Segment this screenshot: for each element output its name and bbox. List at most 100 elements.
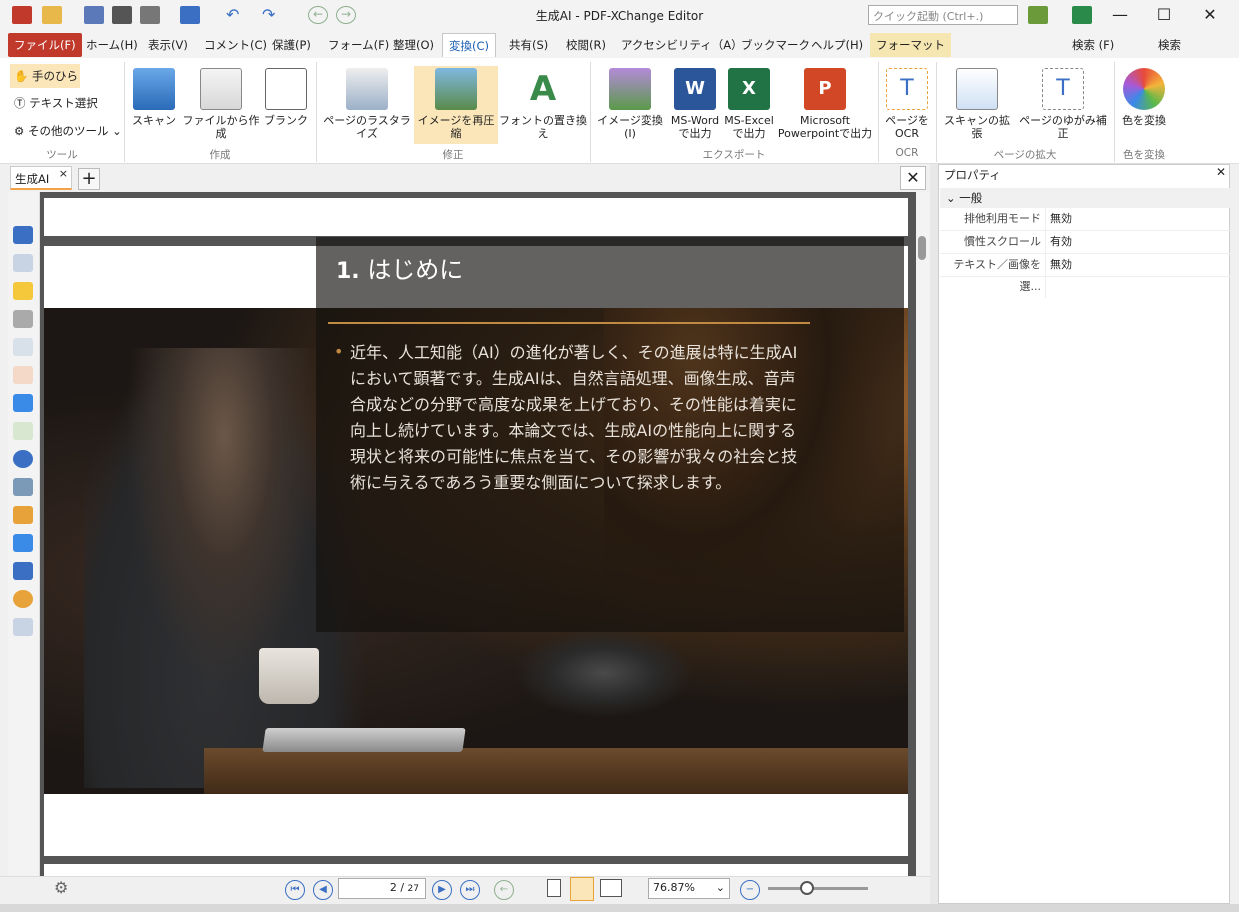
- menu-form[interactable]: フォーム(F): [322, 33, 395, 57]
- back-view-button[interactable]: ←: [494, 880, 514, 900]
- first-page-button[interactable]: ⏮: [285, 880, 305, 900]
- status-settings-icon[interactable]: ⚙: [54, 878, 76, 898]
- menu-comment[interactable]: コメント(C): [198, 33, 273, 57]
- document-canvas[interactable]: 1. はじめに • 近年、人工知能（AI）の進化が著しく、その進展は特に生成AI…: [40, 192, 916, 876]
- structure-icon[interactable]: [13, 478, 33, 496]
- chevron-down-icon: ⌄: [946, 191, 956, 205]
- quick-launch-input[interactable]: クイック起動 (Ctrl+.): [868, 5, 1018, 25]
- robot-hand: [514, 628, 694, 718]
- system-taskbar: [0, 904, 1239, 912]
- properties-close-icon[interactable]: ✕: [1216, 165, 1226, 179]
- menu-accessibility[interactable]: アクセシビリティ（A）: [615, 33, 749, 57]
- group-ocr-label: OCR: [895, 147, 919, 159]
- deskew-icon: T: [1042, 68, 1084, 110]
- group-create-label: 作成: [209, 149, 231, 161]
- document-icon[interactable]: [13, 338, 33, 356]
- window-title: 生成AI - PDF-XChange Editor: [535, 9, 704, 23]
- menu-home[interactable]: ホーム(H): [80, 33, 144, 57]
- hand-tool[interactable]: ✋ 手のひら: [10, 64, 80, 88]
- accessibility-icon[interactable]: [13, 590, 33, 608]
- two-page-view-icon[interactable]: [600, 879, 622, 897]
- zoom-out-button[interactable]: −: [740, 880, 760, 900]
- property-row[interactable]: 排他利用モード 無効: [940, 208, 1230, 231]
- menu-share[interactable]: 共有(S): [503, 33, 554, 57]
- other-tools[interactable]: ⚙ その他のツール ⌄: [10, 119, 122, 143]
- links-icon[interactable]: [13, 506, 33, 524]
- zoom-slider-handle[interactable]: [800, 881, 814, 895]
- text-select-tool[interactable]: Ⓣ テキスト選択: [10, 91, 120, 115]
- file-create-icon: [200, 68, 242, 110]
- content-icon[interactable]: [13, 562, 33, 580]
- single-page-view-icon[interactable]: [547, 879, 561, 897]
- previous-page-button[interactable]: ◀: [313, 880, 333, 900]
- export-excel-button[interactable]: X MS-Excel で出力: [722, 66, 776, 144]
- next-page: [44, 864, 908, 876]
- menu-format[interactable]: フォーマット: [870, 33, 951, 57]
- ocr-page-button[interactable]: T ページを OCR: [882, 66, 932, 144]
- zoom-select[interactable]: 76.87% ⌄: [648, 878, 730, 899]
- new-tab-button[interactable]: +: [78, 168, 100, 190]
- menu-protect[interactable]: 保護(P): [266, 33, 317, 57]
- reading-order-icon[interactable]: [13, 618, 33, 636]
- properties-section[interactable]: ⌄ 一般: [940, 188, 1230, 208]
- tags-icon[interactable]: [13, 534, 33, 552]
- replace-font-button[interactable]: A フォントの置き換え: [498, 66, 588, 144]
- rasterize-page-button[interactable]: ページのラスタライズ: [320, 66, 414, 144]
- tab-close-icon[interactable]: ×: [59, 167, 68, 180]
- menu-convert[interactable]: 変換(C): [442, 33, 497, 57]
- text-cursor-icon: Ⓣ: [14, 96, 26, 110]
- recompress-image-button[interactable]: イメージを再圧縮: [414, 66, 498, 144]
- vertical-scrollbar[interactable]: [916, 192, 930, 876]
- blank-button[interactable]: ブランク: [264, 66, 308, 144]
- minimize-button[interactable]: —: [1098, 0, 1142, 30]
- property-row[interactable]: テキスト／画像を選... 無効: [940, 254, 1230, 298]
- menu-file[interactable]: ファイル(F): [8, 33, 82, 57]
- layers-icon[interactable]: [13, 394, 33, 412]
- desk: [204, 748, 908, 794]
- search-folder-button[interactable]: 検索: [1152, 33, 1187, 57]
- menu-help[interactable]: ヘルプ(H): [805, 33, 869, 57]
- pages-icon[interactable]: [13, 254, 33, 272]
- property-row[interactable]: 慣性スクロール 有効: [940, 231, 1230, 254]
- enhance-scan-button[interactable]: スキャンの拡張: [940, 66, 1014, 144]
- export-word-button[interactable]: W MS-Word で出力: [668, 66, 722, 144]
- close-button[interactable]: ✕: [1188, 0, 1232, 30]
- color-wheel-icon: [1123, 68, 1165, 110]
- attachment-icon[interactable]: [13, 310, 33, 328]
- scanner-icon: [133, 68, 175, 110]
- convert-color-button[interactable]: 色を変換: [1118, 66, 1170, 144]
- fields-icon[interactable]: [13, 422, 33, 440]
- page-number-input[interactable]: 2 / 27: [338, 878, 426, 899]
- destinations-icon[interactable]: [13, 450, 33, 468]
- ocr-icon: T: [886, 68, 928, 110]
- document-tab[interactable]: 生成AI ×: [10, 166, 72, 190]
- blank-page-icon: [265, 68, 307, 110]
- maximize-button[interactable]: ☐: [1142, 0, 1186, 30]
- next-page-button[interactable]: ▶: [432, 880, 452, 900]
- export-powerpoint-button[interactable]: P Microsoft Powerpointで出力: [776, 66, 874, 144]
- image-convert-icon: [609, 68, 651, 110]
- scrollbar-thumb[interactable]: [918, 236, 926, 260]
- group-modify-label: 修正: [442, 149, 464, 161]
- menu-organize[interactable]: 整理(O): [387, 33, 440, 57]
- deskew-button[interactable]: T ページのゆがみ補正: [1014, 66, 1112, 144]
- heading-rule: [328, 322, 810, 324]
- signature-icon[interactable]: [13, 366, 33, 384]
- group-export-label: エクスポート: [702, 149, 766, 161]
- continuous-view-icon[interactable]: [570, 877, 594, 901]
- create-from-file-button[interactable]: ファイルから作成: [180, 66, 262, 144]
- comments-icon[interactable]: [13, 282, 33, 300]
- bookmark-icon[interactable]: [13, 226, 33, 244]
- menu-view[interactable]: 表示(V): [142, 33, 194, 57]
- search-button[interactable]: 検索 (F): [1066, 33, 1120, 57]
- menu-bookmark[interactable]: ブックマーク: [735, 33, 816, 57]
- close-document-button[interactable]: ✕: [900, 166, 926, 190]
- zoom-slider[interactable]: [768, 887, 868, 890]
- scan-button[interactable]: スキャン: [128, 66, 180, 144]
- convert-image-button[interactable]: イメージ変換(I): [594, 66, 666, 144]
- panel-splitter[interactable]: [930, 164, 938, 912]
- menu-review[interactable]: 校閲(R): [560, 33, 612, 57]
- last-page-button[interactable]: ⏭: [460, 880, 480, 900]
- settings-icon[interactable]: [1028, 6, 1048, 24]
- fullscreen-icon[interactable]: [1072, 6, 1092, 24]
